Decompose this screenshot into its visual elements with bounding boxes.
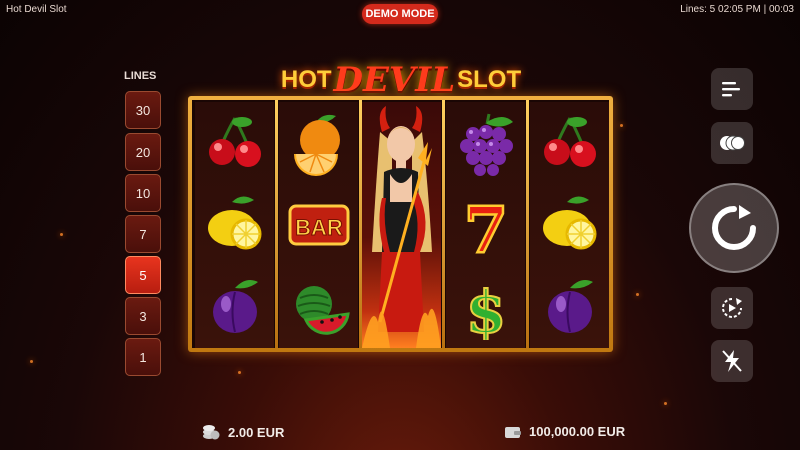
spin-arrow-icon (712, 205, 756, 250)
bet-value: 2.00 EUR (228, 424, 285, 440)
autoplay-button[interactable] (711, 287, 753, 329)
bet-display[interactable]: 2.00 EUR (202, 424, 284, 440)
game-title: Hot Devil Slot (6, 4, 67, 15)
line-option-20[interactable]: 20 (125, 133, 161, 171)
dollar-symbol: $ (446, 266, 525, 348)
svg-text:$: $ (465, 278, 505, 340)
logo-word-devil: DEVIL (333, 60, 456, 100)
reel-5 (530, 102, 609, 348)
reel-2: BAR (279, 102, 358, 348)
ember-particle (636, 293, 639, 296)
ember-particle (30, 360, 33, 363)
line-option-3[interactable]: 3 (125, 297, 161, 335)
coins-stack-icon (203, 425, 220, 440)
line-option-1[interactable]: 1 (125, 338, 161, 376)
devil-wild-symbol (362, 102, 441, 348)
bet-button[interactable] (711, 122, 753, 164)
spin-button[interactable] (689, 183, 779, 273)
ember-particle (664, 402, 667, 405)
demo-mode-badge: DEMO MODE (362, 4, 438, 24)
ember-particle (60, 233, 63, 236)
lemon-icon (195, 184, 274, 266)
line-option-7[interactable]: 7 (125, 215, 161, 253)
reels-area: BAR 7 $ (192, 100, 609, 348)
reel-divider (275, 100, 278, 348)
reel-4: 7 $ (446, 102, 525, 348)
autoplay-icon (722, 298, 742, 318)
turbo-button[interactable] (711, 340, 753, 382)
line-option-30[interactable]: 30 (125, 91, 161, 129)
coins-icon (720, 135, 745, 151)
cherries-icon (195, 102, 274, 184)
reel-divider (526, 100, 529, 348)
menu-button[interactable] (711, 68, 753, 110)
status-bar: Lines: 5 02:05 PM | 00:03 (680, 4, 794, 15)
lines-label: LINES (124, 70, 157, 82)
lemon-icon (530, 184, 609, 266)
ember-particle (238, 371, 241, 374)
line-option-5-selected[interactable]: 5 (125, 256, 161, 294)
grapes-icon (446, 102, 525, 184)
line-option-10[interactable]: 10 (125, 174, 161, 212)
plum-icon (530, 266, 609, 348)
reel-frame: BAR 7 $ (188, 96, 613, 352)
game-logo: HOT DEVIL SLOT (268, 60, 534, 100)
orange-icon (279, 102, 358, 184)
svg-text:BAR: BAR (295, 215, 343, 240)
wallet-icon (505, 426, 521, 438)
logo-word-slot: SLOT (457, 66, 522, 93)
seven-symbol: 7 (446, 184, 525, 266)
balance-display: 100,000.00 EUR (505, 424, 625, 439)
watermelon-icon (279, 266, 358, 348)
reel-divider (442, 100, 445, 348)
logo-word-hot: HOT (280, 66, 332, 93)
lightning-icon (722, 350, 742, 372)
cherries-icon (530, 102, 609, 184)
reel-1 (195, 102, 274, 348)
svg-text:7: 7 (463, 193, 508, 258)
balance-value: 100,000.00 EUR (529, 424, 626, 439)
bar-symbol: BAR (279, 184, 358, 266)
ember-particle (620, 124, 623, 127)
menu-icon (722, 82, 740, 97)
plum-icon (195, 266, 274, 348)
